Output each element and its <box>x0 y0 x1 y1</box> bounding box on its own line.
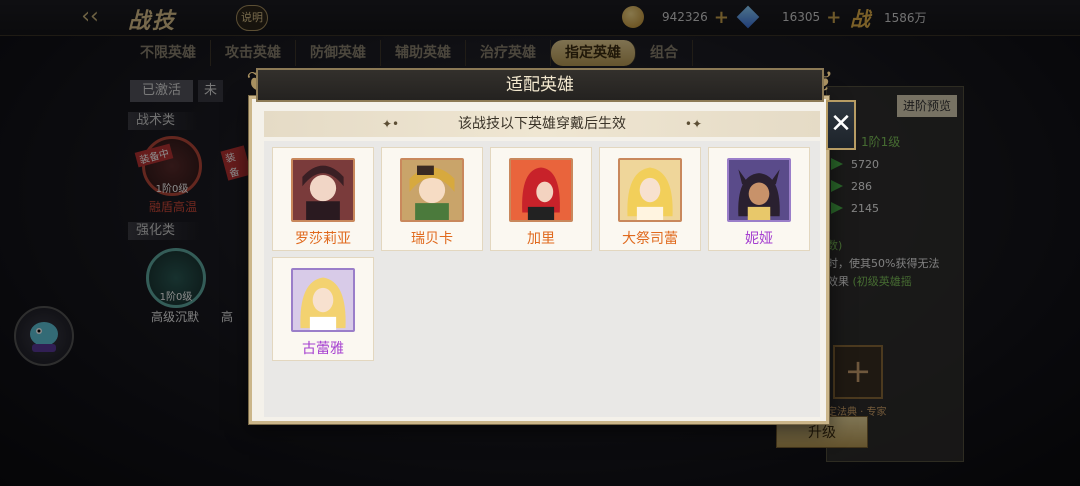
hero-name: 妮娅 <box>745 231 773 247</box>
subtitle-band: ✦• 该战技以下英雄穿戴后生效 •✦ <box>264 111 820 137</box>
hero-portrait <box>727 158 791 222</box>
hero-portrait <box>400 158 464 222</box>
hero-card[interactable]: 瑞贝卡 <box>381 147 483 251</box>
hero-name: 加里 <box>527 231 555 247</box>
close-button[interactable]: ✕ <box>826 100 856 150</box>
hero-card[interactable]: 妮娅 <box>708 147 810 251</box>
ornament-icon: •✦ <box>684 117 702 131</box>
hero-portrait <box>618 158 682 222</box>
ornament-icon: ✦• <box>382 117 400 131</box>
hero-name: 罗莎莉亚 <box>295 231 351 247</box>
hero-card[interactable]: 加里 <box>490 147 592 251</box>
hero-portrait <box>291 158 355 222</box>
dialog-title: 适配英雄 <box>506 75 574 95</box>
hero-portrait <box>291 268 355 332</box>
close-icon: ✕ <box>830 109 852 139</box>
dialog-subtitle: 该战技以下英雄穿戴后生效 <box>458 116 626 132</box>
hero-card[interactable]: 大祭司蕾 <box>599 147 701 251</box>
dialog-title-plate: 适配英雄 <box>256 68 824 102</box>
hero-name: 古蕾雅 <box>302 341 344 357</box>
hero-grid: 罗莎莉亚 瑞贝卡 加里 大祭司蕾 妮娅 古蕾雅 <box>264 141 820 417</box>
hero-card[interactable]: 古蕾雅 <box>272 257 374 361</box>
hero-name: 大祭司蕾 <box>622 231 678 247</box>
hero-name: 瑞贝卡 <box>411 231 453 247</box>
compatible-heroes-dialog: ✦• 该战技以下英雄穿戴后生效 •✦ 罗莎莉亚 瑞贝卡 加里 大祭司蕾 妮娅 古… <box>249 96 829 424</box>
hero-portrait <box>509 158 573 222</box>
hero-card[interactable]: 罗莎莉亚 <box>272 147 374 251</box>
